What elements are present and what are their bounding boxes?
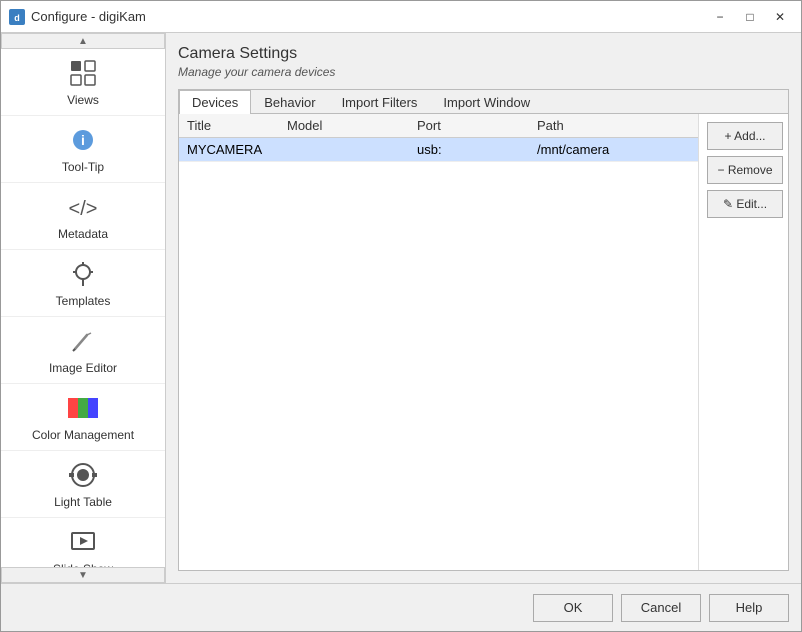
devices-panel: Title Model Port Path MYCAMERA usb: /mn (179, 114, 788, 570)
bottom-bar: OK Cancel Help (1, 583, 801, 631)
color-icon (67, 392, 99, 424)
minimize-button[interactable]: − (707, 6, 733, 28)
tab-import-window[interactable]: Import Window (430, 90, 543, 114)
row-port: usb: (417, 142, 537, 157)
svg-text:i: i (81, 132, 85, 148)
col-port-header: Port (417, 118, 537, 133)
views-icon (67, 57, 99, 89)
edit-button[interactable]: ✎ Edit... (707, 190, 783, 218)
panel-header: Camera Settings Manage your camera devic… (178, 45, 789, 79)
button-panel: + Add... − Remove ✎ Edit... (698, 114, 788, 570)
app-icon: d (9, 9, 25, 25)
tab-behavior[interactable]: Behavior (251, 90, 328, 114)
col-title-header: Title (187, 118, 287, 133)
panel-body: Devices Behavior Import Filters Import W… (178, 89, 789, 571)
row-model (287, 142, 417, 157)
sidebar-item-lighttable[interactable]: Light Table (1, 451, 165, 518)
sidebar-item-imageeditor-label: Image Editor (49, 361, 117, 375)
window-controls: − □ ✕ (707, 6, 793, 28)
device-table: Title Model Port Path MYCAMERA usb: /mn (179, 114, 698, 570)
metadata-icon: </> (67, 191, 99, 223)
maximize-button[interactable]: □ (737, 6, 763, 28)
templates-icon (67, 258, 99, 290)
devices-and-buttons: Title Model Port Path MYCAMERA usb: /mn (179, 114, 788, 570)
tab-content: Title Model Port Path MYCAMERA usb: /mn (179, 114, 788, 570)
tabs: Devices Behavior Import Filters Import W… (179, 90, 788, 114)
sidebar-item-views-label: Views (67, 93, 99, 107)
sidebar-scroll-up[interactable]: ▲ (1, 33, 165, 49)
imageeditor-icon (67, 325, 99, 357)
configure-window: d Configure - digiKam − □ ✕ ▲ (0, 0, 802, 632)
sidebar-item-templates-label: Templates (56, 294, 111, 308)
tooltip-icon: i (67, 124, 99, 156)
sidebar-item-tooltip-label: Tool-Tip (62, 160, 104, 174)
sidebar: ▲ Views (1, 33, 166, 583)
add-button[interactable]: + Add... (707, 122, 783, 150)
sidebar-item-tooltip[interactable]: i Tool-Tip (1, 116, 165, 183)
ok-button[interactable]: OK (533, 594, 613, 622)
row-title: MYCAMERA (187, 142, 287, 157)
sidebar-item-metadata-label: Metadata (58, 227, 108, 241)
sidebar-items: Views i Tool-Tip </ (1, 49, 165, 567)
close-button[interactable]: ✕ (767, 6, 793, 28)
sidebar-item-lighttable-label: Light Table (54, 495, 112, 509)
sidebar-item-imageeditor[interactable]: Image Editor (1, 317, 165, 384)
slideshow-icon (67, 526, 99, 558)
sidebar-item-slideshow[interactable]: Slide Show (1, 518, 165, 567)
svg-text:</>: </> (69, 198, 97, 220)
cancel-button[interactable]: Cancel (621, 594, 701, 622)
panel-subtitle: Manage your camera devices (178, 65, 789, 79)
titlebar-title: Configure - digiKam (31, 9, 707, 24)
sidebar-item-color[interactable]: Color Management (1, 384, 165, 451)
titlebar: d Configure - digiKam − □ ✕ (1, 1, 801, 33)
lighttable-icon (67, 459, 99, 491)
row-path: /mnt/camera (537, 142, 690, 157)
tab-import-filters[interactable]: Import Filters (329, 90, 431, 114)
table-header: Title Model Port Path (179, 114, 698, 138)
svg-text:d: d (14, 13, 20, 23)
col-model-header: Model (287, 118, 417, 133)
tab-devices[interactable]: Devices (179, 90, 251, 114)
sidebar-item-views[interactable]: Views (1, 49, 165, 116)
right-panel: Camera Settings Manage your camera devic… (166, 33, 801, 583)
help-button[interactable]: Help (709, 594, 789, 622)
table-row[interactable]: MYCAMERA usb: /mnt/camera (179, 138, 698, 162)
remove-button[interactable]: − Remove (707, 156, 783, 184)
col-path-header: Path (537, 118, 690, 133)
main-content: ▲ Views (1, 33, 801, 583)
panel-title: Camera Settings (178, 45, 789, 63)
sidebar-item-color-label: Color Management (32, 428, 134, 442)
sidebar-item-templates[interactable]: Templates (1, 250, 165, 317)
sidebar-scroll-down[interactable]: ▼ (1, 567, 165, 583)
sidebar-item-metadata[interactable]: </> Metadata (1, 183, 165, 250)
